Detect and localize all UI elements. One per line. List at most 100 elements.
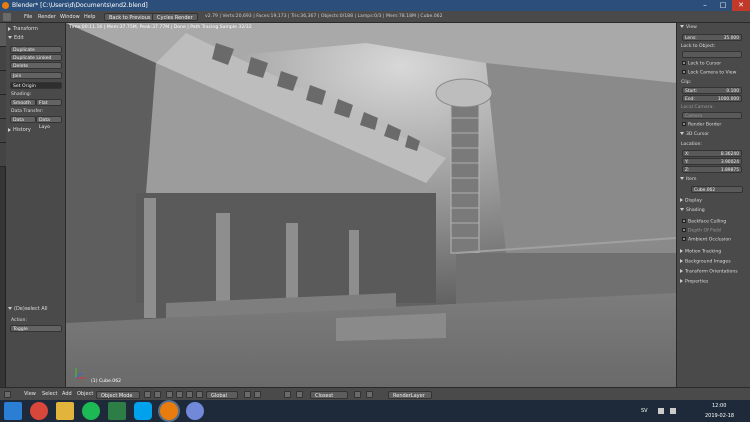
scale-icon[interactable]: [196, 391, 203, 398]
item-name-field[interactable]: Cube.062: [691, 186, 743, 193]
expanded-arrow-icon: [8, 36, 12, 39]
start-icon[interactable]: [4, 402, 22, 420]
3d-viewport[interactable]: Time:00:11.16 | Mem:37.75M, Peak:37.77M …: [66, 23, 676, 387]
render-animation-icon[interactable]: [366, 391, 373, 398]
clip-end-field[interactable]: End: 1000.000: [682, 95, 742, 102]
collapsed-arrow-icon: [8, 127, 11, 132]
clip-label: Clip:: [681, 80, 692, 85]
background-images-panel-header[interactable]: Background Images: [680, 259, 731, 265]
pivot-point-icon[interactable]: [154, 391, 161, 398]
collapsed-arrow-icon: [680, 249, 683, 253]
3d-cursor-panel-header[interactable]: 3D Cursor: [680, 132, 709, 137]
chrome-icon[interactable]: [30, 402, 48, 420]
language-indicator[interactable]: SV: [641, 400, 648, 422]
close-icon[interactable]: ✕: [732, 0, 750, 11]
duplicate-button[interactable]: Duplicate: [10, 46, 62, 53]
translate-icon[interactable]: [176, 391, 183, 398]
cursor-z-field[interactable]: Z: 1.89875: [682, 166, 742, 173]
menu-render[interactable]: Render: [38, 11, 56, 23]
lens-field[interactable]: Lens: 35.000: [682, 34, 742, 41]
window-titlebar: Blender* [C:\Users\d\Documents\end2.blen…: [0, 0, 750, 11]
data-transfer-label: Data Transfer:: [11, 109, 44, 114]
render-info: Time:00:11.16 | Mem:37.75M, Peak:37.77M …: [69, 25, 252, 30]
transform-panel-header[interactable]: Transform: [8, 26, 38, 33]
render-icon[interactable]: [354, 391, 361, 398]
transform-orientations-panel-header[interactable]: Transform Orientations: [680, 269, 738, 275]
app-icon[interactable]: [108, 402, 126, 420]
expanded-arrow-icon: [680, 177, 684, 180]
layer-icon[interactable]: [244, 391, 251, 398]
clock-date[interactable]: 2019-02-18: [705, 405, 734, 422]
mode-select[interactable]: Object Mode: [96, 391, 140, 399]
network-icon[interactable]: [658, 408, 664, 414]
properties-panel: View Lens: 35.000 Lock to Object: Lock to…: [676, 23, 750, 387]
display-panel-header[interactable]: Display: [680, 198, 702, 204]
delete-button[interactable]: Delete: [10, 62, 62, 69]
maximize-icon[interactable]: □: [714, 0, 732, 11]
flat-button[interactable]: Flat: [36, 99, 62, 106]
action-label: Action:: [11, 318, 27, 323]
minimize-icon[interactable]: –: [696, 0, 714, 11]
set-origin-dropdown[interactable]: Set Origin: [10, 82, 62, 89]
manipulator-icon[interactable]: [166, 391, 173, 398]
view-panel-header[interactable]: View: [680, 25, 697, 30]
lock-to-cursor-checkbox[interactable]: Lock to Cursor: [682, 61, 721, 67]
lock-to-object-field[interactable]: [682, 51, 742, 58]
menu-window[interactable]: Window: [60, 11, 80, 23]
local-camera-field[interactable]: Camera: [682, 112, 742, 119]
data-button[interactable]: Data: [10, 116, 36, 123]
history-panel-header[interactable]: History: [8, 127, 31, 134]
join-button[interactable]: Join: [10, 72, 62, 79]
proportional-edit-icon[interactable]: [284, 391, 291, 398]
duplicate-linked-button[interactable]: Duplicate Linked: [10, 54, 62, 61]
blender-taskbar-icon[interactable]: [160, 402, 178, 420]
spotify-icon[interactable]: [82, 402, 100, 420]
transform-orientation-select[interactable]: Global: [206, 391, 238, 399]
layer-icon[interactable]: [254, 391, 261, 398]
expanded-arrow-icon: [680, 132, 684, 135]
discord-icon[interactable]: [186, 402, 204, 420]
editor-type-icon[interactable]: [3, 13, 11, 21]
snap-target-select[interactable]: Closest: [310, 391, 348, 399]
collapsed-arrow-icon: [680, 198, 683, 202]
clip-start-field[interactable]: Start: 0.100: [682, 87, 742, 94]
snap-icon[interactable]: [296, 391, 303, 398]
data-layout-button[interactable]: Data Layo: [36, 116, 62, 130]
lock-to-object-label: Lock to Object:: [681, 44, 716, 49]
viewport-header: View Select Add Object Object Mode Globa…: [0, 387, 750, 400]
operator-panel-header[interactable]: (De)select All: [8, 306, 47, 313]
shading-panel-header[interactable]: Shading: [680, 208, 705, 213]
file-explorer-icon[interactable]: [56, 402, 74, 420]
rotate-icon[interactable]: [186, 391, 193, 398]
info-header: File Render Window Help Back to Previous…: [0, 11, 750, 23]
expanded-arrow-icon: [8, 307, 12, 310]
back-to-previous-button[interactable]: Back to Previous: [104, 13, 156, 21]
render-border-checkbox[interactable]: Render Border: [682, 122, 721, 128]
menu-file[interactable]: File: [24, 11, 32, 23]
collapsed-arrow-icon: [680, 269, 683, 273]
rendered-scene: [66, 23, 676, 387]
depth-of-field-checkbox[interactable]: Depth Of Field: [682, 228, 721, 234]
edit-panel-header[interactable]: Edit: [8, 35, 24, 42]
backface-culling-checkbox[interactable]: Backface Culling: [682, 219, 726, 225]
cursor-x-field[interactable]: X: 8.36240: [682, 150, 742, 157]
item-panel-header[interactable]: Item: [680, 177, 696, 182]
ambient-occlusion-checkbox[interactable]: Ambient Occlusion: [682, 237, 731, 243]
menu-help[interactable]: Help: [84, 11, 95, 23]
scene-stats: v2.79 | Verts:20,693 | Faces:19,173 | Tr…: [205, 14, 443, 19]
render-engine-select[interactable]: Cycles Render: [152, 13, 198, 21]
window-title: Blender* [C:\Users\d\Documents\end2.blen…: [12, 2, 148, 9]
editor-type-icon[interactable]: [4, 391, 11, 398]
skype-icon[interactable]: [134, 402, 152, 420]
cursor-y-field[interactable]: Y: 3.90024: [682, 158, 742, 165]
blender-logo-icon: [2, 2, 9, 9]
properties-panel-header[interactable]: Properties: [680, 279, 708, 285]
action-select[interactable]: Toggle: [10, 325, 62, 332]
viewport-shading-icon[interactable]: [144, 391, 151, 398]
smooth-button[interactable]: Smooth: [10, 99, 36, 106]
motion-tracking-panel-header[interactable]: Motion Tracking: [680, 249, 721, 255]
render-layer-select[interactable]: RenderLayer: [388, 391, 432, 399]
lock-camera-to-view-checkbox[interactable]: Lock Camera to View: [682, 70, 736, 76]
volume-icon[interactable]: [670, 408, 676, 414]
active-object-label: (1) Cube.062: [91, 379, 122, 384]
